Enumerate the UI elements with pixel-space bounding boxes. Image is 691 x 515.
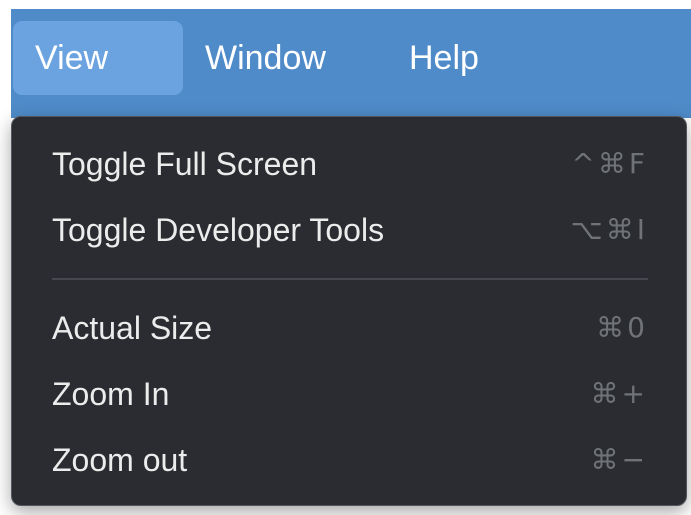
menu-item-shortcut: ⌥⌘I (570, 213, 648, 246)
menu-separator (52, 278, 648, 280)
menu-item-zoom-in[interactable]: Zoom In ⌘+ (12, 363, 686, 425)
menu-help[interactable]: Help (387, 21, 507, 95)
menu-item-shortcut: ⌘− (590, 443, 648, 476)
menu-item-actual-size[interactable]: Actual Size ⌘0 (12, 297, 686, 359)
menu-view[interactable]: View (13, 21, 183, 95)
view-dropdown-menu: Toggle Full Screen ^⌘F Toggle Developer … (11, 116, 687, 506)
menu-item-label: Zoom In (52, 376, 170, 412)
menu-item-zoom-out[interactable]: Zoom out ⌘− (12, 429, 686, 491)
menu-item-label: Toggle Full Screen (52, 146, 318, 182)
screen: View Window Help Toggle Full Screen ^⌘F … (0, 0, 691, 515)
menu-item-label: Toggle Developer Tools (52, 212, 385, 248)
menu-item-toggle-developer-tools[interactable]: Toggle Developer Tools ⌥⌘I (12, 199, 686, 261)
menu-item-label: Zoom out (52, 442, 188, 478)
menu-item-shortcut: ⌘+ (590, 377, 648, 410)
menu-item-toggle-full-screen[interactable]: Toggle Full Screen ^⌘F (12, 133, 686, 195)
menu-item-shortcut: ⌘0 (596, 311, 648, 344)
menu-item-label: Actual Size (52, 310, 213, 346)
menu-window[interactable]: Window (183, 21, 373, 95)
menu-item-shortcut: ^⌘F (571, 147, 648, 180)
menu-bar: View Window Help (11, 9, 691, 118)
